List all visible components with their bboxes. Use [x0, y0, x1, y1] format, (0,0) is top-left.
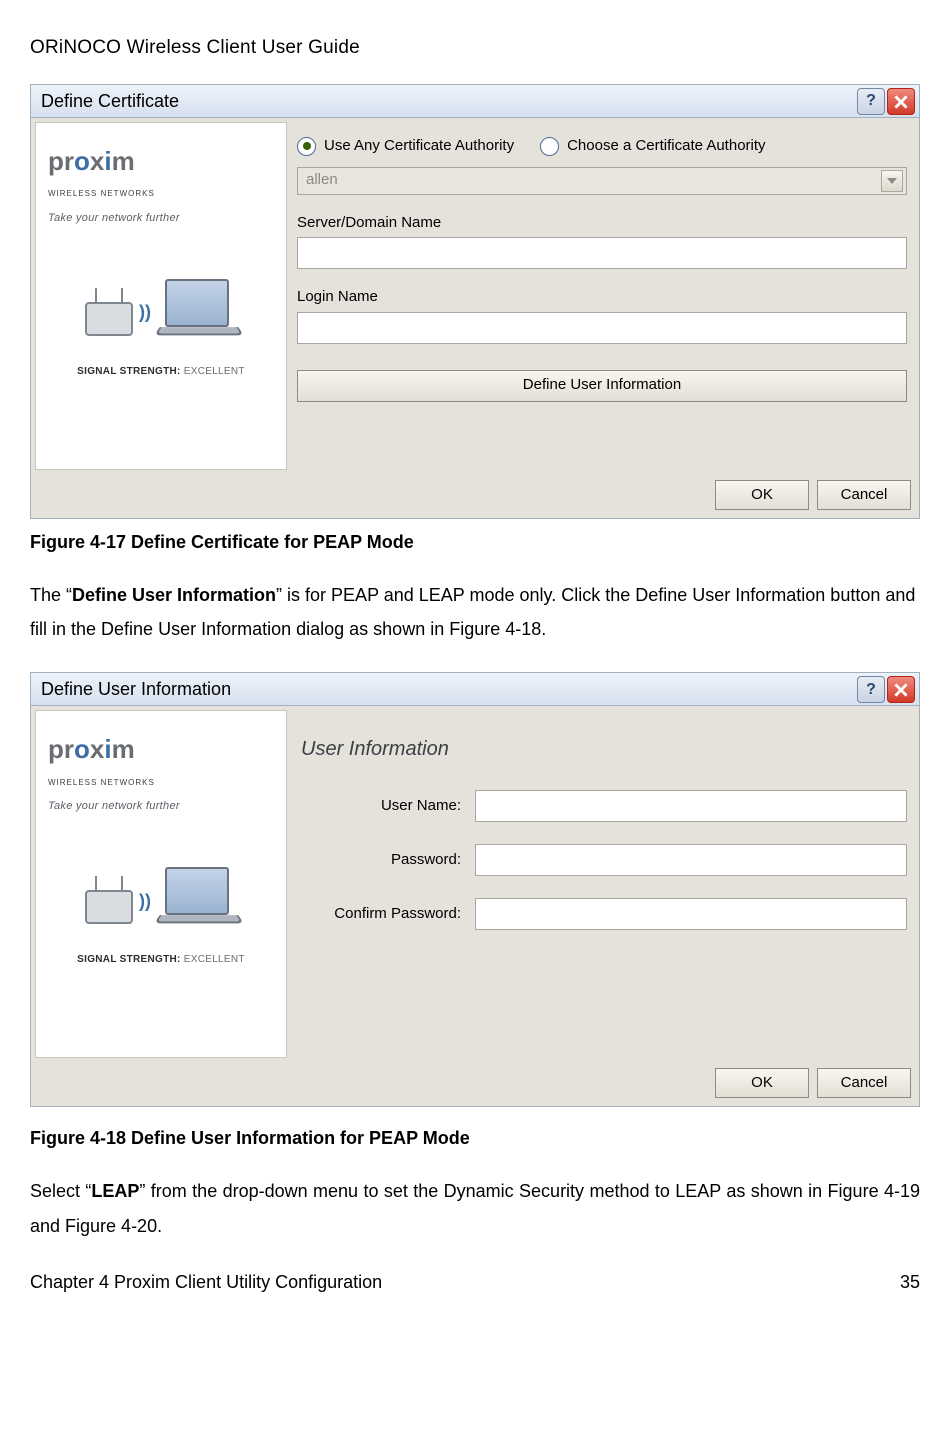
server-domain-label: Server/Domain Name	[297, 209, 907, 238]
cancel-button[interactable]: Cancel	[817, 1068, 911, 1098]
radio-unchecked-icon	[540, 137, 559, 156]
brand-subtitle: WIRELESS NETWORKS	[48, 775, 276, 790]
footer-chapter: Chapter 4 Proxim Client Utility Configur…	[30, 1265, 382, 1299]
brand-tagline: Take your network further	[48, 796, 286, 817]
password-label: Password:	[301, 846, 461, 875]
radio-checked-icon	[297, 137, 316, 156]
laptop-icon	[157, 867, 237, 924]
cancel-button[interactable]: Cancel	[817, 480, 911, 510]
signal-waves-icon: ))	[139, 295, 151, 335]
titlebar: Define Certificate ?	[31, 85, 919, 118]
titlebar: Define User Information ?	[31, 673, 919, 706]
router-icon	[85, 302, 133, 336]
radio-label: Use Any Certificate Authority	[324, 132, 514, 161]
radio-choose-ca[interactable]: Choose a Certificate Authority	[540, 132, 765, 161]
figure-caption: Figure 4-17 Define Certificate for PEAP …	[30, 529, 920, 556]
body-paragraph: Select “LEAP” from the drop-down menu to…	[30, 1174, 920, 1242]
password-input[interactable]	[475, 844, 907, 876]
chevron-down-icon	[881, 170, 903, 192]
confirm-password-label: Confirm Password:	[301, 900, 461, 929]
device-illustration: ))	[36, 867, 286, 924]
ok-button[interactable]: OK	[715, 480, 809, 510]
login-name-input[interactable]	[297, 312, 907, 344]
confirm-password-input[interactable]	[475, 898, 907, 930]
router-icon	[85, 890, 133, 924]
page-header: ORiNOCO Wireless Client User Guide	[30, 30, 920, 66]
laptop-icon	[157, 279, 237, 336]
radio-label: Choose a Certificate Authority	[567, 132, 765, 161]
define-user-information-button[interactable]: Define User Information	[297, 370, 907, 402]
help-button-icon[interactable]: ?	[857, 676, 885, 703]
brand-sidebar: proxim WIRELESS NETWORKS Take your netwo…	[35, 710, 287, 1058]
username-input[interactable]	[475, 790, 907, 822]
signal-strength: SIGNAL STRENGTH: EXCELLENT	[36, 950, 286, 973]
signal-strength: SIGNAL STRENGTH: EXCELLENT	[36, 362, 286, 385]
figure-caption: Figure 4-18 Define User Information for …	[30, 1125, 920, 1152]
dropdown-value: allen	[306, 166, 338, 195]
ca-dropdown: allen	[297, 167, 907, 195]
ok-button[interactable]: OK	[715, 1068, 809, 1098]
device-illustration: ))	[36, 279, 286, 336]
brand-subtitle: WIRELESS NETWORKS	[48, 186, 276, 201]
login-name-label: Login Name	[297, 283, 907, 312]
footer-page-number: 35	[900, 1265, 920, 1299]
server-domain-input[interactable]	[297, 237, 907, 269]
define-certificate-dialog: Define Certificate ? proxim WIRELESS NET…	[30, 84, 920, 519]
dialog-title: Define User Information	[41, 672, 231, 706]
radio-use-any-ca[interactable]: Use Any Certificate Authority	[297, 132, 514, 161]
close-icon[interactable]	[887, 88, 915, 115]
brand-sidebar: proxim WIRELESS NETWORKS Take your netwo…	[35, 122, 287, 470]
brand-tagline: Take your network further	[48, 208, 286, 229]
close-icon[interactable]	[887, 676, 915, 703]
define-user-information-dialog: Define User Information ? proxim WIRELES…	[30, 672, 920, 1107]
username-label: User Name:	[301, 792, 461, 821]
user-information-header: User Information	[301, 730, 907, 768]
signal-waves-icon: ))	[139, 884, 151, 924]
help-button-icon[interactable]: ?	[857, 88, 885, 115]
dialog-title: Define Certificate	[41, 84, 179, 118]
body-paragraph: The “Define User Information” is for PEA…	[30, 578, 920, 646]
